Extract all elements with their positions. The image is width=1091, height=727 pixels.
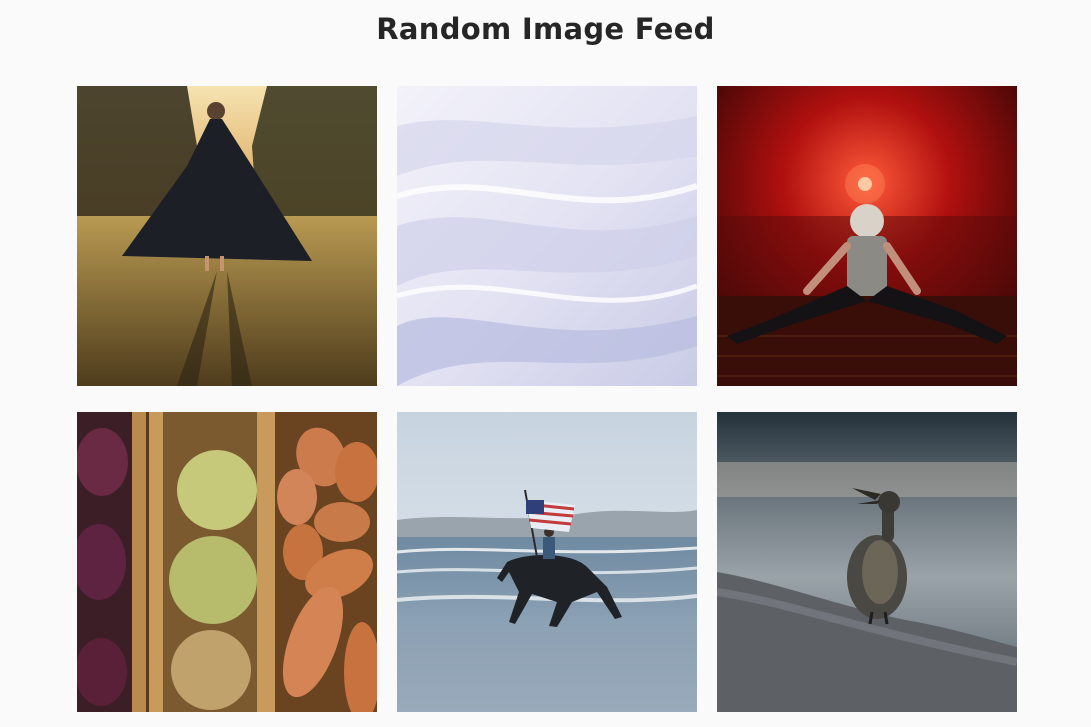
red-light-portrait-image [717, 86, 1017, 386]
vegetable-crates-image [77, 412, 377, 712]
feed-page: Random Image Feed [0, 0, 1091, 727]
image-tile[interactable] [717, 86, 1017, 386]
page-title: Random Image Feed [376, 12, 715, 46]
meadow-dancer-image [77, 86, 377, 386]
cormorant-bird-image [717, 412, 1017, 712]
silk-waves-image [397, 86, 697, 386]
beach-horse-rider-image [397, 412, 697, 712]
image-tile[interactable] [77, 86, 377, 386]
image-tile[interactable] [77, 412, 377, 712]
image-tile[interactable] [717, 412, 1017, 712]
image-grid [77, 86, 1017, 712]
image-tile[interactable] [397, 412, 697, 712]
image-tile[interactable] [397, 86, 697, 386]
